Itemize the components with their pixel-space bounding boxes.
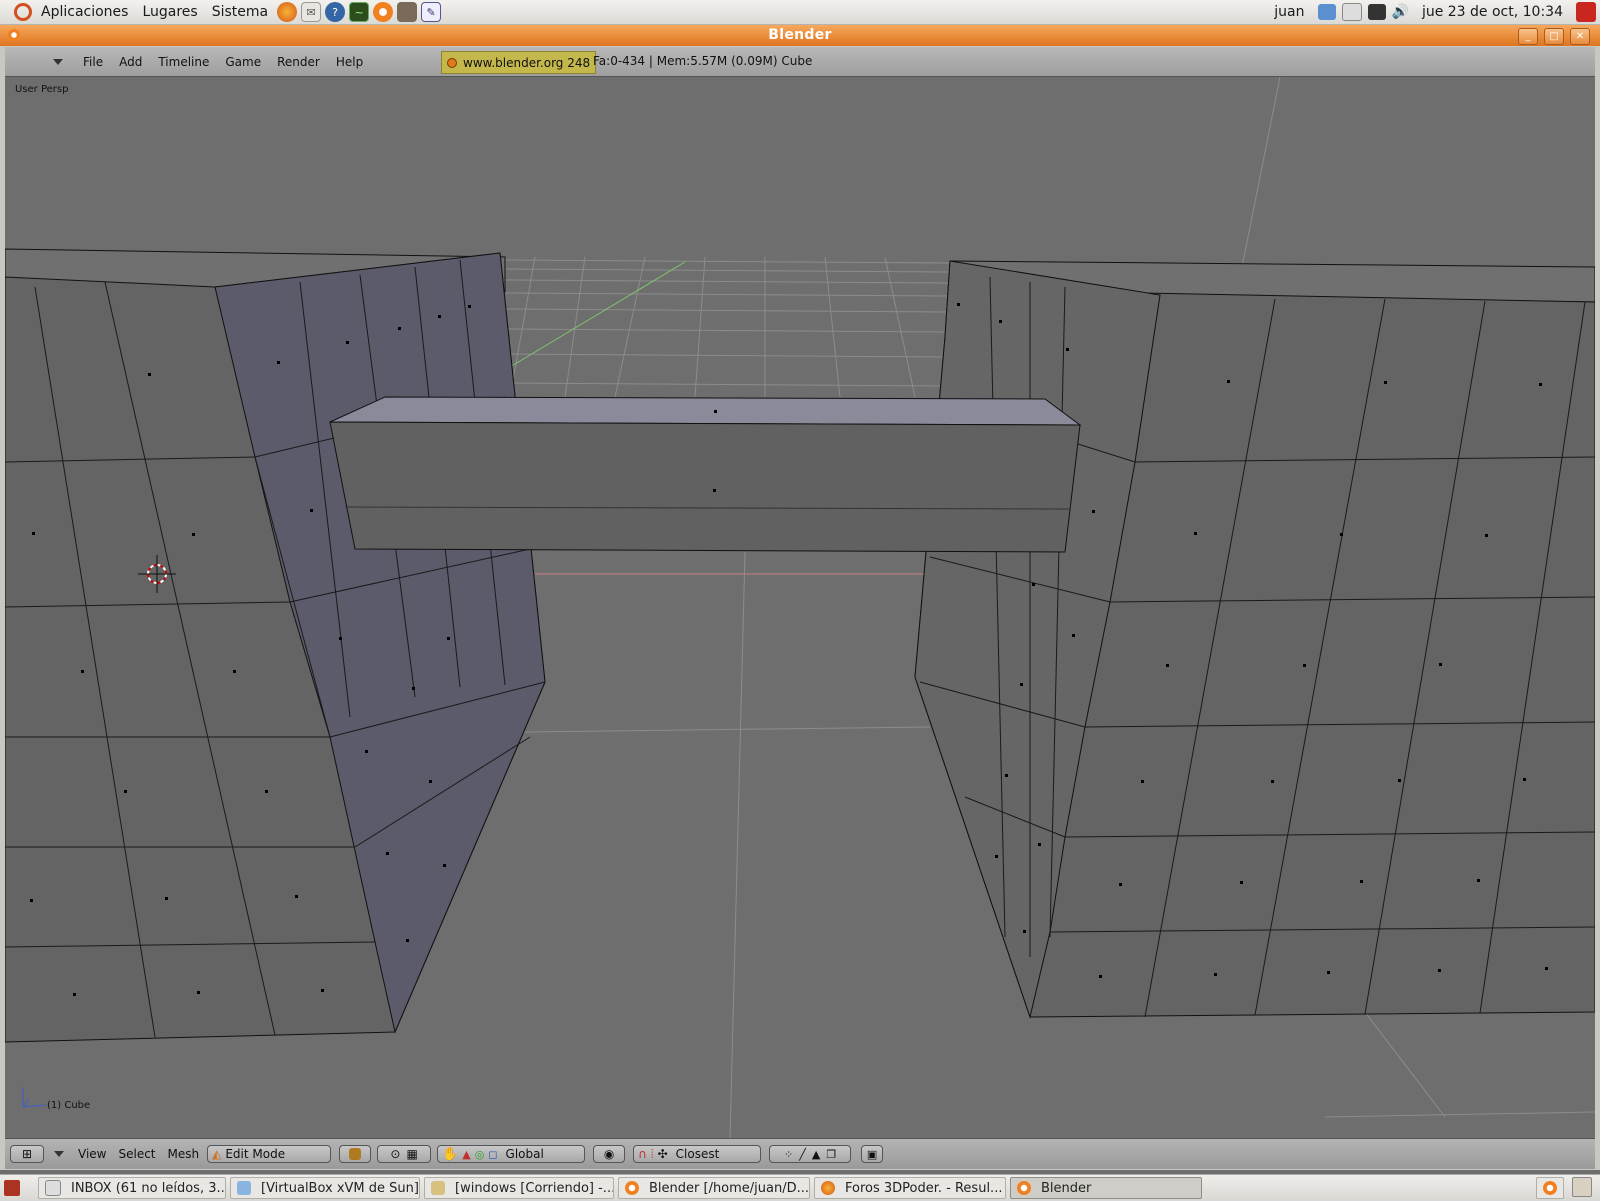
menu-timeline[interactable]: Timeline [150,55,217,69]
draw-type-button[interactable] [339,1145,372,1163]
snap-group[interactable]: ∩ ⦙ ✣ Closest [633,1145,762,1163]
close-button[interactable]: ✕ [1570,28,1590,45]
vertex-select-icon[interactable]: ⁘ [784,1148,793,1161]
blender-url-box[interactable]: www.blender.org 248 [441,51,597,74]
edit-mode-icon: ◭ [212,1147,222,1161]
user-name[interactable]: juan [1267,4,1311,20]
render-preview-button[interactable]: ▣ [861,1145,884,1163]
firefox-icon[interactable] [277,2,298,22]
mail-task-icon [45,1180,61,1196]
pivot-layer-group[interactable]: ⊙ ▦ [377,1145,432,1163]
menu-add[interactable]: Add [111,55,150,69]
power-icon[interactable] [1576,2,1596,22]
layers-icon: ▦ [406,1147,418,1161]
proportional-icon: ◉ [603,1147,615,1161]
menu-sistema[interactable]: Sistema [205,4,275,20]
viewport-canvas[interactable] [5,77,1595,1138]
magnet-icon[interactable]: ∩ [638,1147,647,1161]
scene-info: Fa:0-434 | Mem:5.57M (0.09M) Cube [593,54,813,68]
mesh-bridge-top [329,396,1082,426]
scale-icon[interactable]: ◻ [488,1148,497,1161]
select-mode-group[interactable]: ⁘ ╱ ▲ ❐ [769,1145,852,1163]
trash-icon[interactable] [1572,1177,1592,1197]
virtualbox-icon [237,1181,251,1195]
render-icon: ▣ [866,1147,878,1161]
menu-select[interactable]: Select [112,1147,161,1161]
y-axis-line [509,261,686,368]
orientation-value[interactable]: Global [506,1147,544,1161]
mode-select[interactable]: ◭ Edit Mode [207,1145,332,1163]
task-windows[interactable]: [windows [Corriendo] -... [424,1177,614,1199]
menu-aplicaciones[interactable]: Aplicaciones [34,4,135,20]
firefox-task-icon [821,1181,835,1195]
object-label: (1) Cube [47,1100,91,1111]
editor-type-button[interactable]: ⊞ [10,1145,44,1163]
show-desktop-icon[interactable] [4,1180,20,1196]
proportional-edit-button[interactable]: ◉ [593,1145,626,1163]
axis-gizmo-icon [22,1087,46,1108]
header-collapse-icon[interactable] [53,58,63,65]
help-icon[interactable]: ? [325,2,346,22]
solid-draw-icon [349,1148,362,1160]
network-icon[interactable] [1317,4,1336,20]
gimp-icon[interactable] [397,2,418,22]
minimize-button[interactable]: _ [1518,28,1538,45]
top-panel: Aplicaciones Lugares Sistema ✉ ? ~ ✎ jua… [0,0,1600,25]
window-titlebar[interactable]: Blender _ □ ✕ [0,25,1600,47]
manipulator-group[interactable]: ✋ ▲ ◎ ◻ Global [437,1145,586,1163]
translate-icon[interactable]: ▲ [462,1148,470,1161]
menu-file[interactable]: File [75,55,111,69]
menu-render[interactable]: Render [269,55,328,69]
menu-game[interactable]: Game [217,55,269,69]
edge-select-icon[interactable]: ╱ [799,1148,806,1161]
mode-value: Edit Mode [225,1147,286,1161]
system-monitor-icon[interactable]: ~ [349,2,370,22]
task-blender-path[interactable]: Blender [/home/juan/D... [618,1177,810,1199]
pivot-icon: ⊙ [390,1147,401,1161]
blender-task-icon [625,1181,639,1195]
occlude-icon[interactable]: ❐ [826,1148,836,1161]
hand-icon[interactable]: ✋ [442,1147,458,1162]
clock[interactable]: jue 23 de oct, 10:34 [1415,4,1570,20]
blender-task-icon [1017,1181,1031,1195]
task-inbox[interactable]: INBOX (61 no leídos, 3... [38,1177,226,1199]
mesh-bridge-front [329,421,1081,553]
menu-view[interactable]: View [72,1147,112,1161]
task-firefox[interactable]: Foros 3DPoder. - Resul... [814,1177,1006,1199]
bottom-taskbar: INBOX (61 no leídos, 3... [VirtualBox xV… [0,1174,1600,1201]
blender-3d-header: ⊞ View Select Mesh ◭ Edit Mode ⊙ ▦ ✋ ▲ ◎… [5,1138,1595,1169]
3d-viewport[interactable]: User Persp (1) Cube [5,77,1595,1138]
view-label: User Persp [15,84,69,95]
snap-target-icon[interactable]: ⦙ [651,1147,654,1162]
window-title: Blender [768,27,832,43]
volume-icon[interactable]: 🔊 [1392,4,1409,20]
grid-icon: ⊞ [21,1147,33,1161]
text-editor-icon[interactable]: ✎ [421,2,442,22]
face-select-icon[interactable]: ▲ [812,1148,820,1161]
mail-icon[interactable]: ✉ [301,2,322,22]
blender-tray-icon [1543,1181,1557,1195]
menu-mesh[interactable]: Mesh [162,1147,206,1161]
snap-element-icon[interactable]: ✣ [658,1147,668,1161]
blender-logo-icon [447,57,457,68]
display-icon[interactable] [1367,4,1386,20]
ubuntu-logo-icon[interactable] [14,3,32,21]
mail-tray-icon[interactable] [1341,3,1362,21]
blender-url: www.blender.org 248 [463,55,591,70]
rotate-icon[interactable]: ◎ [475,1148,485,1161]
blender-info-header: File Add Timeline Game Render Help www.b… [5,47,1595,77]
footer-collapse-icon[interactable] [54,1151,64,1157]
task-blender[interactable]: Blender [1010,1177,1202,1199]
snap-value[interactable]: Closest [676,1147,720,1161]
blender-launcher-icon[interactable] [373,2,394,22]
vm-icon [431,1181,445,1195]
task-virtualbox[interactable]: [VirtualBox xVM de Sun] [230,1177,420,1199]
menu-lugares[interactable]: Lugares [135,4,204,20]
tray-blender[interactable] [1536,1177,1564,1199]
menu-help[interactable]: Help [328,55,371,69]
maximize-button[interactable]: □ [1544,28,1564,45]
